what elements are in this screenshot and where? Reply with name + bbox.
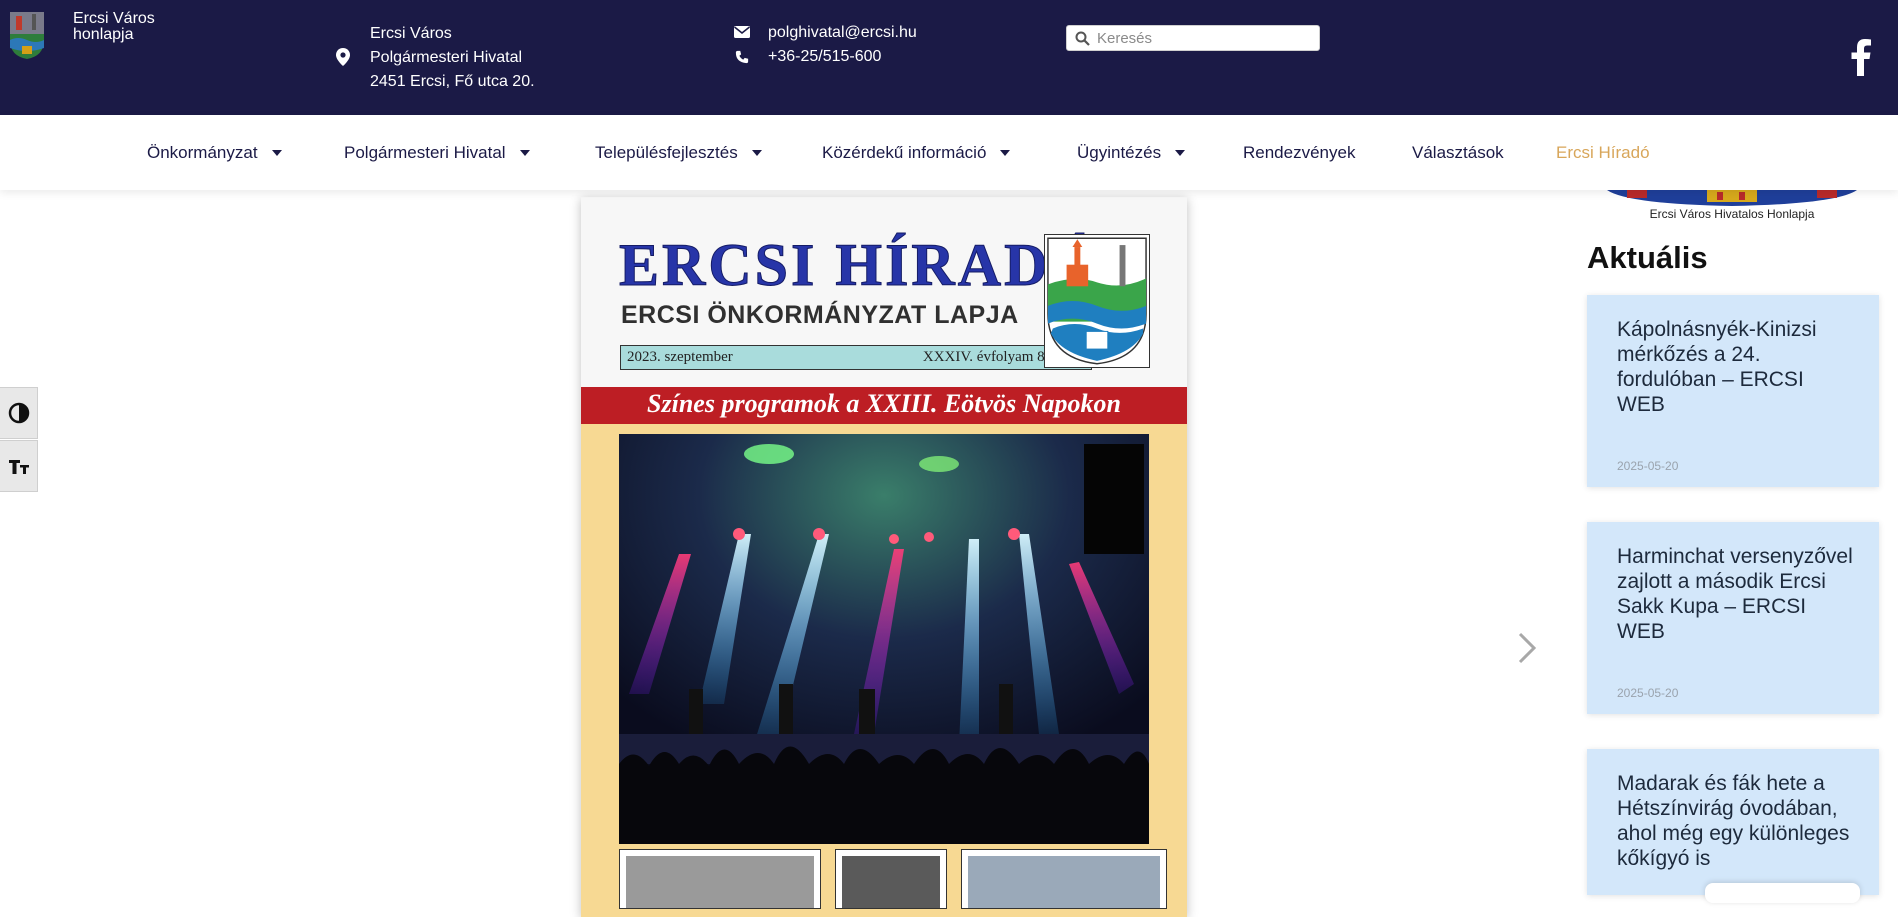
caret-down-icon — [751, 149, 762, 156]
concert-stage-photo — [619, 434, 1149, 844]
news-title[interactable]: Kápolnásnyék-Kinizsi mérkőzés a 24. ford… — [1617, 317, 1857, 417]
top-header: Ercsi Város honlapja Ercsi Város Polgárm… — [0, 0, 1898, 115]
sidebar-heading: Aktuális — [1587, 240, 1708, 275]
address-line-3: 2451 Ercsi, Fő utca 20. — [370, 73, 535, 90]
cover-date: 2023. szeptember — [627, 349, 733, 365]
nav-item-rendezvenyek[interactable]: Rendezvények — [1243, 115, 1355, 190]
address-block: Ercsi Város Polgármesteri Hivatal 2451 E… — [370, 22, 535, 94]
nav-item-valasztasok[interactable]: Választások — [1412, 115, 1504, 190]
news-date: 2025-05-20 — [1617, 459, 1679, 473]
font-size-icon — [8, 460, 29, 474]
cover-headline-banner: Színes programok a XXIII. Eötvös Napokon — [581, 387, 1187, 424]
portrait-thumbnail-image — [842, 856, 940, 908]
email-link[interactable]: polghivatal@ercsi.hu — [768, 21, 917, 45]
nav-item-label: Önkormányzat — [147, 142, 258, 162]
newspaper-cover[interactable]: ERCSI HÍRADÓ ERCSI ÖNKORMÁNYZAT LAPJA 20… — [581, 197, 1187, 917]
search-box[interactable] — [1066, 25, 1320, 51]
nav-item-kozerdeku-informacio[interactable]: Közérdekű információ — [822, 115, 1011, 190]
nav-item-label: Ügyintézés — [1077, 142, 1162, 162]
contrast-toggle-button[interactable] — [0, 387, 38, 439]
cover-thumbnail — [619, 849, 821, 909]
document-thumbnail-image — [626, 856, 814, 908]
envelope-icon — [734, 26, 750, 38]
city-crest-logo[interactable] — [8, 10, 46, 60]
cover-date-band: 2023. szeptember XXXIV. évfolyam 8. szám — [620, 345, 1092, 370]
facebook-icon[interactable] — [1850, 38, 1872, 76]
contact-block: polghivatal@ercsi.hu +36-25/515-600 — [768, 21, 917, 69]
cover-thumbnail — [835, 849, 947, 909]
news-card[interactable]: Kápolnásnyék-Kinizsi mérkőzés a 24. ford… — [1587, 295, 1879, 487]
nav-item-label: Polgármesteri Hivatal — [344, 142, 506, 162]
main-navigation: Önkormányzat Polgármesteri Hivatal Telep… — [0, 115, 1898, 190]
nav-item-label: Választások — [1412, 142, 1504, 162]
cover-title: ERCSI HÍRADÓ — [618, 232, 1101, 298]
chevron-right-icon[interactable] — [1514, 630, 1540, 666]
nav-item-label: Közérdekű információ — [822, 142, 987, 162]
phone-icon — [735, 50, 749, 64]
cover-body — [581, 424, 1187, 917]
nav-item-label: Településfejlesztés — [595, 142, 738, 162]
caret-down-icon — [519, 149, 530, 156]
nav-item-label: Ercsi Híradó — [1556, 142, 1650, 162]
address-line-1: Ercsi Város — [370, 25, 452, 42]
news-title[interactable]: Harminchat versenyzővel zajlott a másodi… — [1617, 544, 1857, 644]
chat-widget-tab[interactable] — [1705, 883, 1860, 903]
cover-thumbnail — [961, 849, 1167, 909]
contrast-icon — [8, 402, 29, 424]
font-size-toggle-button[interactable] — [0, 440, 38, 492]
logo-caption: Ercsi Város Hivatalos Honlapja — [1649, 207, 1815, 221]
site-name[interactable]: Ercsi Város honlapja — [73, 11, 193, 43]
city-crest-logo-bottom[interactable] — [1607, 190, 1857, 206]
caret-down-icon — [1175, 149, 1186, 156]
location-pin-icon — [336, 48, 350, 66]
nav-item-telepulesfejlesztes[interactable]: Településfejlesztés — [595, 115, 762, 190]
nav-item-ercsi-hirado[interactable]: Ercsi Híradó — [1556, 115, 1650, 190]
address-line-2: Polgármesteri Hivatal — [370, 49, 523, 66]
nav-item-label: Rendezvények — [1243, 142, 1356, 162]
cover-subtitle: ERCSI ÖNKORMÁNYZAT LAPJA — [621, 301, 1019, 329]
phone-link[interactable]: +36-25/515-600 — [768, 45, 917, 69]
building-thumbnail-image — [968, 856, 1160, 908]
news-title[interactable]: Madarak és fák hete a Hétszínvirág óvodá… — [1617, 771, 1857, 871]
cover-headline: Színes programok a XXIII. Eötvös Napokon — [647, 389, 1121, 418]
cover-coat-of-arms — [1044, 234, 1150, 368]
news-date: 2025-05-20 — [1617, 686, 1679, 700]
search-icon[interactable] — [1075, 31, 1090, 46]
news-card[interactable]: Madarak és fák hete a Hétszínvirág óvodá… — [1587, 749, 1879, 895]
search-input[interactable] — [1097, 28, 1313, 48]
nav-item-ugyintezes[interactable]: Ügyintézés — [1077, 115, 1186, 190]
news-card[interactable]: Harminchat versenyzővel zajlott a másodi… — [1587, 522, 1879, 714]
caret-down-icon — [271, 149, 282, 156]
nav-item-polgarmesteri-hivatal[interactable]: Polgármesteri Hivatal — [344, 115, 530, 190]
nav-item-onkormanyzat[interactable]: Önkormányzat — [147, 115, 282, 190]
caret-down-icon — [1000, 149, 1011, 156]
